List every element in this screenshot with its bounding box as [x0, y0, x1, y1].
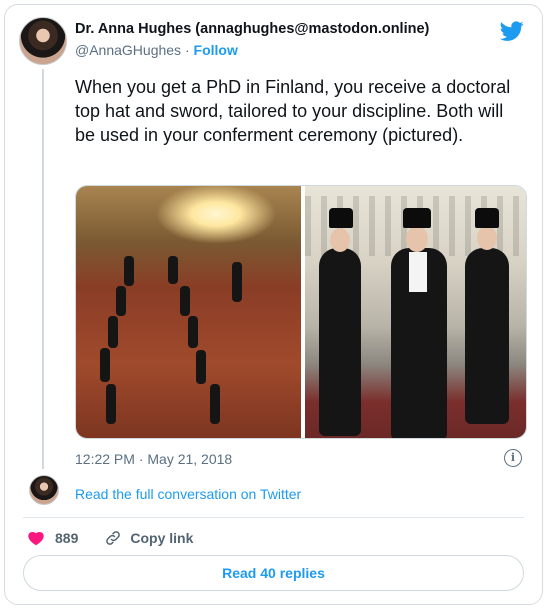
tweet-media[interactable]: [75, 185, 527, 439]
author-display-name[interactable]: Dr. Anna Hughes (annaghughes@mastodon.on…: [75, 21, 429, 37]
author-handle-row: @AnnaGHughes · Follow: [75, 42, 238, 58]
author-handle[interactable]: @AnnaGHughes: [75, 42, 181, 58]
like-count[interactable]: 889: [55, 530, 78, 546]
info-icon[interactable]: i: [504, 449, 522, 467]
handle-separator: ·: [184, 42, 190, 58]
tweet-card: Dr. Anna Hughes (annaghughes@mastodon.on…: [4, 4, 543, 605]
copy-link-button[interactable]: Copy link: [130, 530, 193, 546]
heart-icon[interactable]: [27, 529, 45, 547]
tweet-timestamp[interactable]: 12:22 PM · May 21, 2018: [75, 451, 232, 467]
author-avatar[interactable]: [19, 17, 67, 65]
photo-ceremony-hall[interactable]: [76, 186, 301, 438]
reply-avatar[interactable]: [29, 475, 59, 505]
read-conversation-link[interactable]: Read the full conversation on Twitter: [75, 486, 301, 502]
link-icon[interactable]: [104, 529, 122, 547]
thread-line: [42, 69, 44, 469]
tweet-text: When you get a PhD in Finland, you recei…: [75, 77, 511, 145]
photo-doctors-in-top-hats[interactable]: [305, 186, 526, 438]
divider: [23, 517, 524, 518]
read-replies-button[interactable]: Read 40 replies: [23, 555, 524, 591]
twitter-bird-icon[interactable]: [500, 19, 524, 43]
tweet-actions: 889 Copy link: [27, 529, 193, 547]
follow-button[interactable]: Follow: [194, 42, 238, 58]
